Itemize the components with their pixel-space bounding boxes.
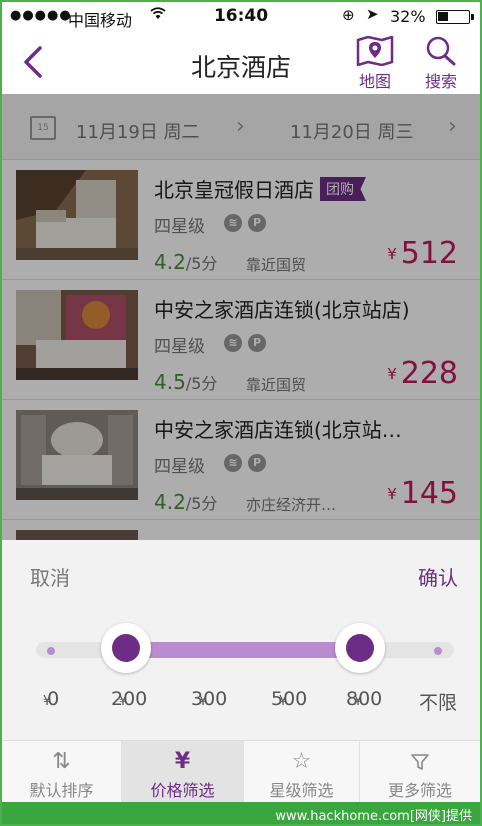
map-icon	[356, 36, 394, 66]
slider-stop-dot	[434, 647, 442, 655]
tick-label: ¥0	[42, 688, 60, 710]
hotel-list-area: 15 11月19日 周二 › 11月20日 周三 › 北京皇冠假日酒店 团购 四星…	[2, 94, 480, 540]
tick-label: ¥800	[346, 688, 383, 710]
slider-selected-range	[126, 642, 360, 658]
battery-percent: 32%	[390, 7, 426, 26]
filter-tab-bar: ⇅ 默认排序 ¥ 价格筛选 ☆ 星级筛选 更多筛选	[2, 740, 480, 803]
tab-label: 价格筛选	[150, 781, 215, 800]
star-icon: ☆	[291, 749, 312, 774]
app-screen: ●●●●● 中国移动 16:40 ⊕ ➤ 32% 北京酒店 地图 搜索 15 1…	[2, 2, 480, 824]
status-bar: ●●●●● 中国移动 16:40 ⊕ ➤ 32%	[2, 2, 480, 30]
watermark-text: www.hackhome.com[网侠]提供	[275, 809, 472, 824]
rotation-lock-icon: ⊕	[342, 6, 355, 24]
confirm-button[interactable]: 确认	[418, 562, 458, 591]
map-button[interactable]: 地图	[350, 36, 400, 92]
battery-icon	[436, 10, 474, 24]
watermark-bar: www.hackhome.com[网侠]提供	[2, 802, 480, 824]
tab-price-filter[interactable]: ¥ 价格筛选	[122, 741, 244, 803]
price-filter-sheet: 取消 确认 ¥0 ¥200 ¥300 ¥500 ¥800 不限	[2, 540, 480, 740]
price-tick-labels: ¥0 ¥200 ¥300 ¥500 ¥800 不限	[42, 688, 458, 714]
tab-label: 星级筛选	[269, 781, 334, 800]
tick-label: ¥300	[191, 688, 228, 710]
tick-label: ¥500	[271, 688, 308, 710]
tab-label: 更多筛选	[387, 781, 452, 800]
search-icon	[426, 36, 456, 66]
page-title: 北京酒店	[190, 53, 291, 82]
slider-min-handle[interactable]	[101, 623, 151, 673]
cancel-button[interactable]: 取消	[30, 562, 70, 591]
tab-label: 默认排序	[29, 781, 94, 800]
slider-stop-dot	[203, 647, 211, 655]
slider-max-handle[interactable]	[335, 623, 385, 673]
location-arrow-icon: ➤	[366, 5, 379, 23]
nav-bar: 北京酒店 地图 搜索	[2, 30, 480, 94]
dim-overlay[interactable]	[2, 94, 480, 540]
tab-more-filter[interactable]: 更多筛选	[360, 741, 480, 803]
filter-icon	[360, 747, 480, 777]
map-label: 地图	[358, 72, 391, 91]
slider-stop-dot	[284, 647, 292, 655]
sort-icon: ⇅	[52, 749, 71, 774]
search-button[interactable]: 搜索	[416, 36, 466, 92]
tab-default-sort[interactable]: ⇅ 默认排序	[2, 741, 122, 803]
tick-label: ¥200	[111, 688, 148, 710]
price-range-slider[interactable]	[2, 620, 480, 680]
search-label: 搜索	[424, 72, 457, 91]
tab-star-filter[interactable]: ☆ 星级筛选	[244, 741, 360, 803]
yen-icon: ¥	[174, 749, 191, 774]
slider-stop-dot	[47, 647, 55, 655]
